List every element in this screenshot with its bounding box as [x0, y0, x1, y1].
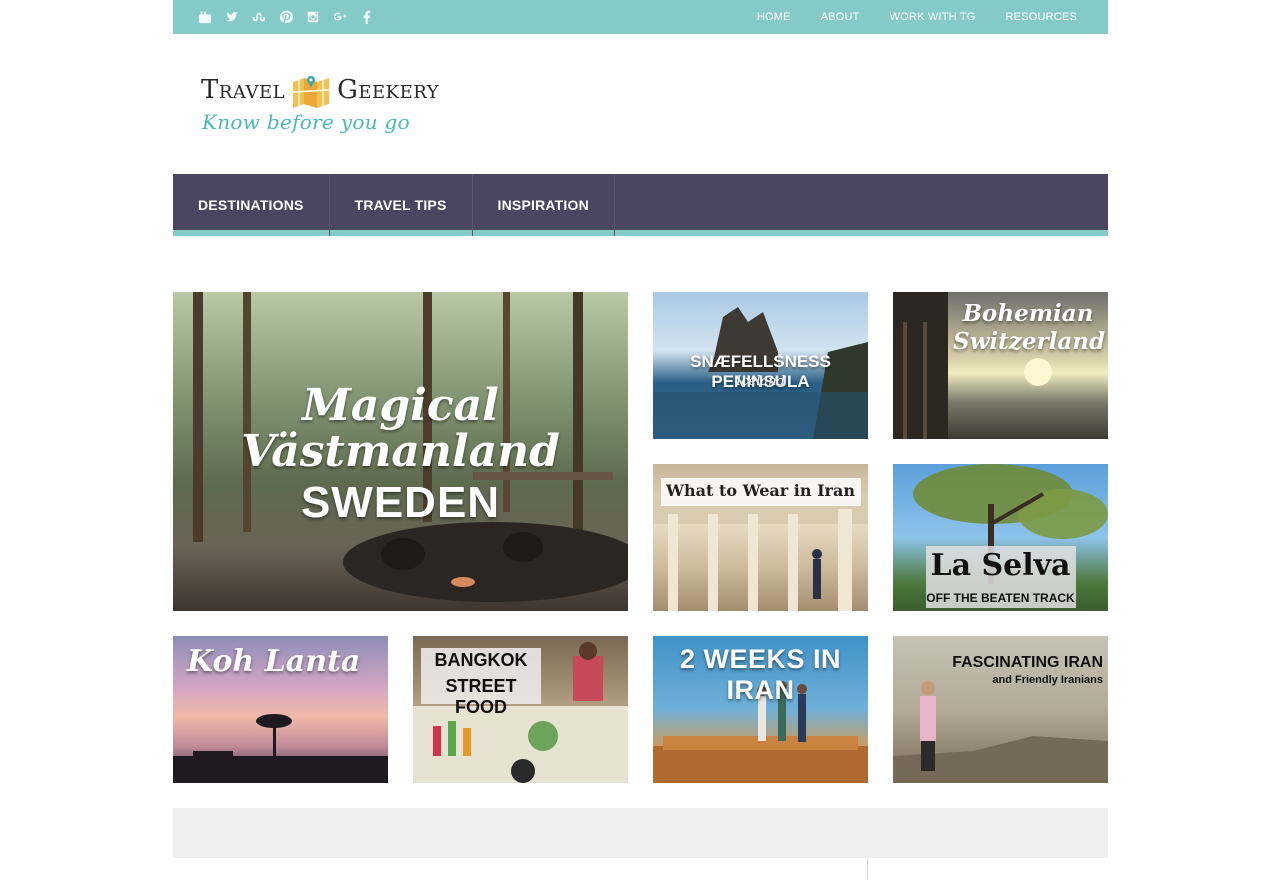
- post-la-selva-title: La Selva: [930, 548, 1071, 583]
- logo-title: Travel Geekery: [201, 72, 439, 108]
- post-iceland-subtitle: Iceland: [736, 374, 785, 389]
- top-bar: HOME ABOUT WORK WITH TG RESOURCES: [173, 0, 1108, 34]
- main-navigation: DESTINATIONS TRAVEL TIPS INSPIRATION: [173, 174, 1108, 236]
- nav-travel-tips[interactable]: TRAVEL TIPS: [330, 174, 473, 236]
- twitter-icon[interactable]: [224, 9, 240, 25]
- nav-travel-tips-label: TRAVEL TIPS: [354, 197, 447, 213]
- social-links: [197, 9, 375, 25]
- nav-destinations[interactable]: DESTINATIONS: [173, 174, 330, 236]
- post-2-weeks-in-iran[interactable]: 2 WEEKS IN IRAN: [653, 636, 868, 783]
- logo-title-word-2: Geekery: [337, 75, 440, 105]
- logo-tagline: Know before you go: [202, 110, 410, 134]
- post-bangkok-title-line-2: STREET FOOD: [445, 676, 517, 717]
- post-bangkok-title-line-1: BANGKOK: [434, 650, 528, 670]
- post-bohemian-title-line-1: Bohemian: [962, 300, 1094, 327]
- topnav-work-with-tg-link[interactable]: WORK WITH TG: [890, 11, 976, 23]
- post-koh-lanta[interactable]: Koh Lanta: [173, 636, 388, 783]
- post-la-selva-subtitle: OFF THE BEATEN TRACK: [926, 591, 1075, 605]
- stumbleupon-icon[interactable]: [251, 9, 267, 25]
- instagram-icon[interactable]: [305, 9, 321, 25]
- topnav-resources-link[interactable]: RESOURCES: [1006, 11, 1077, 23]
- post-bohemian-title-line-2: Switzerland: [953, 328, 1106, 355]
- facebook-icon[interactable]: [359, 9, 375, 25]
- post-bohemian-switzerland[interactable]: Bohemian Switzerland: [893, 292, 1108, 439]
- youtube-icon[interactable]: [197, 9, 213, 25]
- featured-title-line-3: SWEDEN: [300, 478, 501, 527]
- logo-title-word-1: Travel: [201, 75, 286, 105]
- post-2-weeks-iran-title: 2 WEEKS IN IRAN: [679, 644, 842, 705]
- post-iran-wear-title: What to Wear in Iran: [666, 481, 855, 500]
- column-divider: [867, 858, 868, 880]
- featured-title-line-1: Magical: [302, 380, 499, 431]
- topnav-home-link[interactable]: HOME: [757, 11, 791, 23]
- site-logo[interactable]: Travel Geekery Know before you go: [173, 70, 1108, 140]
- content-bar: [173, 808, 1108, 858]
- nav-inspiration[interactable]: INSPIRATION: [473, 174, 615, 236]
- post-la-selva[interactable]: La Selva OFF THE BEATEN TRACK: [893, 464, 1108, 611]
- post-snaefellsness-peninsula[interactable]: SNÆFELLSNESS PENINSULA Iceland: [653, 292, 868, 439]
- post-koh-lanta-title: Koh Lanta: [187, 644, 361, 679]
- pinterest-icon[interactable]: [278, 9, 294, 25]
- featured-post-vastmanland[interactable]: Magical Västmanland SWEDEN: [173, 292, 628, 611]
- nav-inspiration-label: INSPIRATION: [497, 197, 589, 213]
- nav-destinations-label: DESTINATIONS: [198, 197, 304, 213]
- top-navigation: HOME ABOUT WORK WITH TG RESOURCES: [757, 11, 1077, 23]
- topnav-about-link[interactable]: ABOUT: [821, 11, 860, 23]
- google-plus-icon[interactable]: [332, 9, 348, 25]
- post-fascinating-iran-title: FASCINATING IRAN: [952, 654, 1103, 671]
- post-fascinating-iran-subtitle: and Friendly Iranians: [992, 674, 1103, 686]
- post-bangkok-street-food[interactable]: BANGKOK STREET FOOD: [413, 636, 628, 783]
- map-icon: [291, 72, 331, 108]
- post-fascinating-iran[interactable]: FASCINATING IRAN and Friendly Iranians: [893, 636, 1108, 783]
- featured-title-line-2: Västmanland: [241, 426, 560, 477]
- post-what-to-wear-in-iran[interactable]: What to Wear in Iran: [653, 464, 868, 611]
